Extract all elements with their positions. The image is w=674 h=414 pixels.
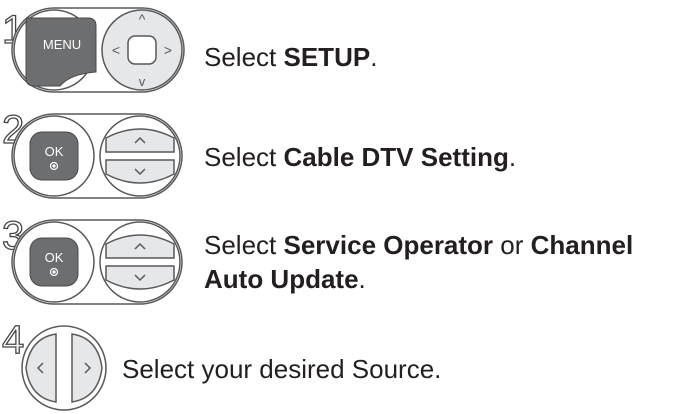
ok-icon[interactable]: OK bbox=[13, 115, 95, 197]
step-2-keys: OK bbox=[11, 113, 183, 199]
menu-key-label: MENU bbox=[43, 37, 81, 52]
ok-icon[interactable]: OK bbox=[13, 221, 95, 303]
cable-dtv-setting-label: Cable DTV Setting bbox=[283, 142, 509, 172]
setup-label: SETUP bbox=[283, 42, 371, 72]
step-2: 2 OK Select Cable DTV Setting. bbox=[0, 109, 674, 210]
navigation-pad-icon[interactable]: ^ < > v bbox=[101, 9, 183, 91]
ok-key-label: OK bbox=[45, 144, 64, 159]
nav-down-arrow: v bbox=[139, 74, 146, 89]
step-1: 1 MENU ^ < > v Select SETUP. bbox=[0, 0, 674, 100]
step-1-keys: MENU ^ < > v bbox=[11, 7, 185, 93]
step-4-keys bbox=[21, 325, 107, 411]
nav-left-arrow: < bbox=[112, 42, 120, 58]
ok-key-label: OK bbox=[45, 250, 64, 265]
nav-up-arrow: ^ bbox=[139, 11, 146, 27]
left-right-icon[interactable] bbox=[21, 325, 107, 411]
nav-right-arrow: > bbox=[164, 42, 172, 58]
step-1-text: Select SETUP. bbox=[204, 42, 378, 72]
up-down-icon[interactable] bbox=[99, 115, 181, 197]
service-operator-label: Service Operator bbox=[283, 230, 494, 260]
step-3: 3 OK Select Service Operator or Channel … bbox=[0, 215, 674, 316]
channel-label: Channel bbox=[530, 230, 634, 260]
up-down-icon[interactable] bbox=[99, 221, 181, 303]
step-3-text: Select Service Operator or Channel Auto … bbox=[204, 230, 634, 294]
auto-update-label: Auto Update bbox=[204, 264, 359, 294]
step-4-text: Select your desired Source. bbox=[122, 354, 442, 384]
step-3-keys: OK bbox=[11, 219, 183, 305]
step-2-text: Select Cable DTV Setting. bbox=[204, 142, 517, 172]
step-4: 4 Select your desired Source. bbox=[0, 319, 674, 414]
